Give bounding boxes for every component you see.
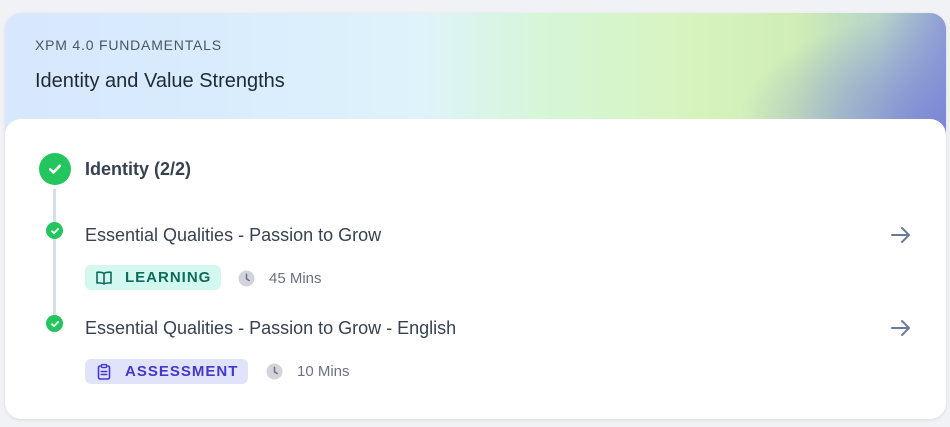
lesson-duration: 45 Mins [238, 270, 322, 287]
check-circle-icon [46, 222, 63, 239]
duration-text: 45 Mins [269, 270, 322, 287]
type-badge-learning: LEARNING [85, 265, 222, 290]
timeline-line [53, 189, 56, 329]
duration-text: 10 Mins [297, 363, 350, 380]
clipboard-icon [95, 363, 113, 381]
section-title: Identity (2/2) [85, 159, 192, 179]
course-eyebrow: XPM 4.0 FUNDAMENTALS [35, 37, 222, 53]
book-open-icon [95, 269, 113, 287]
check-circle-icon [39, 153, 71, 185]
type-badge-assessment: ASSESSMENT [85, 359, 249, 384]
clock-icon [238, 270, 255, 287]
arrow-right-icon[interactable] [889, 223, 913, 247]
badge-label: LEARNING [125, 269, 212, 286]
course-card: XPM 4.0 FUNDAMENTALS Identity and Value … [5, 13, 946, 419]
arrow-right-icon[interactable] [889, 316, 913, 340]
lesson-title[interactable]: Essential Qualities - Passion to Grow - … [85, 318, 456, 339]
clock-icon [266, 363, 283, 380]
lesson-title[interactable]: Essential Qualities - Passion to Grow [85, 225, 381, 246]
check-circle-icon [46, 315, 63, 332]
lesson-duration: 10 Mins [266, 363, 350, 380]
course-title: Identity and Value Strengths [35, 70, 285, 92]
course-body: Identity (2/2) Essential Qualities - Pas… [5, 119, 946, 419]
badge-label: ASSESSMENT [125, 363, 239, 380]
